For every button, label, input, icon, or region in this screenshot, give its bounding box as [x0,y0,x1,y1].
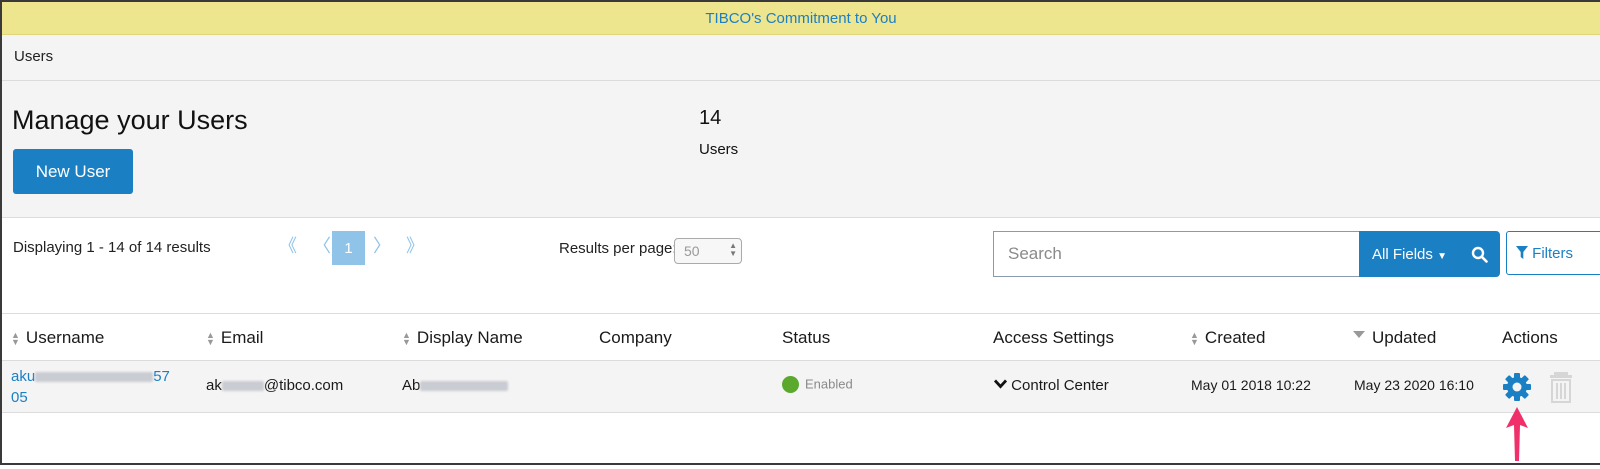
table-row: aku 57 05 ak @tibco.com Ab Enabled Control… [2,361,1600,413]
redacted-text [35,372,154,383]
column-label: Created [1204,328,1266,347]
first-page-button[interactable]: 《 [279,232,297,258]
page-title: Manage your Users [12,105,248,135]
caret-down-icon: ▼ [1437,250,1447,262]
new-user-button[interactable]: New User [13,149,133,194]
app-frame: TIBCO's Commitment to You Users Manage y… [0,0,1600,465]
filter-icon [1516,245,1528,259]
results-per-page-value: 50 [684,243,700,259]
column-header-display-name[interactable]: ▲ ▼ Display Name [402,328,523,348]
search-button[interactable] [1459,231,1500,277]
username-link[interactable]: aku 57 05 [11,366,170,408]
display-name-cell: Ab [402,377,509,394]
column-header-username[interactable]: ▲ ▼ Username [11,328,104,348]
username-prefix: aku [11,368,36,385]
column-header-status: Status [782,328,830,348]
column-label: Email [220,328,264,347]
username-line2: 05 [11,389,28,406]
redacted-text [420,381,509,392]
column-header-created[interactable]: ▲ ▼ Created [1190,328,1265,348]
prev-page-button[interactable]: 〈 [313,232,331,258]
search-input[interactable] [993,231,1360,277]
user-count-label: Users [699,141,739,158]
column-label: Company [599,328,672,347]
table-empty-area [2,413,1600,463]
email-suffix: @tibco.com [263,377,344,394]
status-cell: Enabled [782,375,853,393]
column-label: Status [782,328,831,347]
next-page-button[interactable]: 〉 [373,232,391,258]
redacted-text [221,381,264,392]
table-controls: Displaying 1 - 14 of 14 results 《 〈 1 〉 … [2,218,1600,314]
column-header-email[interactable]: ▲ ▼ Email [206,328,263,348]
commitment-link[interactable]: TIBCO's Commitment to You [705,10,896,27]
column-header-company: Company [599,328,672,348]
sort-icon: ▲ ▼ [11,329,20,347]
current-page-button[interactable]: 1 [332,231,365,265]
last-page-button[interactable]: 》 [406,232,424,258]
user-count: 14 [699,107,722,129]
results-per-page-label: Results per page: [559,240,677,257]
status-indicator-icon [782,375,799,393]
announcement-banner: TIBCO's Commitment to You [2,2,1600,35]
sort-icon: ▲ ▼ [1190,329,1199,347]
sort-icon: ▲ ▼ [206,329,215,347]
chevron-down-icon [993,379,1008,389]
column-label: Username [25,328,105,347]
breadcrumb-current: Users [14,48,54,65]
username-suffix: 57 [153,368,170,385]
created-cell: May 01 2018 10:22 [1191,377,1311,393]
filters-label: Filters [1532,244,1574,262]
results-summary: Displaying 1 - 14 of 14 results [13,239,211,256]
column-header-updated[interactable]: Updated [1353,328,1436,348]
sort-descending-icon [1353,331,1365,339]
annotation-arrow-icon [1506,407,1528,461]
access-settings-label: Control Center [1011,377,1109,394]
search-icon [1471,246,1488,263]
trash-icon [1550,372,1572,403]
table-header: ▲ ▼ Username ▲ ▼ Email ▲ ▼ Display Name Compan… [2,314,1600,361]
updated-cell: May 23 2020 16:10 [1354,377,1474,393]
column-label: Access Settings [993,328,1114,347]
delete-user-button[interactable] [1549,371,1573,403]
page-header: Manage your Users New User 14 Users [2,81,1600,218]
filters-button[interactable]: Filters [1506,231,1600,275]
column-label: Actions [1502,328,1558,347]
email-cell: ak @tibco.com [206,377,343,394]
edit-settings-button[interactable] [1502,372,1532,402]
column-header-actions: Actions [1502,328,1558,348]
status-badge: Enabled [805,376,853,392]
display-name-prefix: Ab [402,377,421,394]
stepper-arrows-icon: ▲ ▼ [729,241,737,258]
column-header-access-settings: Access Settings [993,328,1114,348]
sort-icon: ▲ ▼ [402,329,411,347]
column-label: Display Name [416,328,523,347]
email-prefix: ak [206,377,222,394]
results-per-page-select[interactable]: 50 ▲ ▼ [674,238,742,264]
search-field-dropdown[interactable]: All Fields ▼ [1359,231,1460,277]
search-field-label: All Fields [1372,245,1433,263]
column-label: Updated [1372,328,1437,347]
access-settings-toggle[interactable]: Control Center [993,377,1109,394]
breadcrumb: Users [2,35,1600,81]
gear-icon [1503,373,1531,401]
